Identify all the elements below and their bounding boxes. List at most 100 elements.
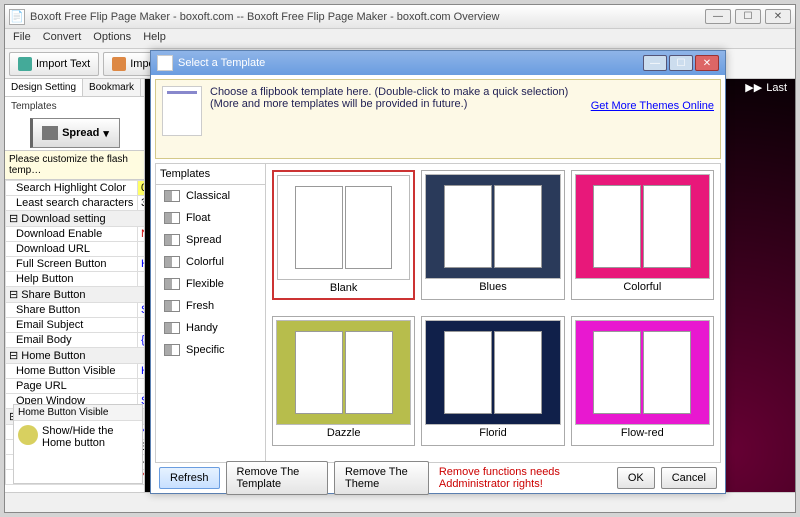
thumb-caption: Flow-red — [621, 427, 664, 439]
remove-theme-button[interactable]: Remove The Theme — [334, 461, 429, 495]
property-label: Download URL — [6, 242, 138, 257]
hint-text: Show/Hide the Home button — [42, 425, 138, 449]
category-classical[interactable]: Classical — [156, 185, 265, 207]
property-label: Page URL — [6, 379, 138, 394]
property-value[interactable] — [138, 379, 146, 394]
thumb-preview — [276, 320, 411, 425]
thumb-caption: Blues — [479, 281, 507, 293]
property-section: ⊟ Share Button — [6, 287, 146, 303]
dialog-footer: Refresh Remove The Template Remove The T… — [151, 463, 725, 493]
property-value[interactable]: Hide — [138, 364, 146, 379]
property-label: Email Body — [6, 333, 138, 348]
nav-last-button[interactable]: ▶▶Last — [745, 81, 787, 94]
category-icon — [164, 212, 180, 224]
refresh-button[interactable]: Refresh — [159, 467, 220, 489]
category-spread[interactable]: Spread — [156, 229, 265, 251]
admin-rights-warning: Remove functions needs Addministrator ri… — [439, 466, 605, 490]
thumb-blues[interactable]: Blues — [421, 170, 564, 300]
info-book-icon — [162, 86, 202, 136]
category-float[interactable]: Float — [156, 207, 265, 229]
dialog-minimize-button[interactable]: — — [643, 55, 667, 71]
property-label: Help Button — [6, 272, 138, 287]
category-icon — [164, 300, 180, 312]
templates-header: Templates — [156, 164, 265, 185]
tab-design-setting[interactable]: Design Setting — [5, 79, 83, 96]
thumb-preview — [575, 174, 710, 279]
property-value[interactable]: No — [138, 227, 146, 242]
hint-title: Home Button Visible — [14, 405, 142, 421]
property-value[interactable]: Show — [138, 303, 146, 318]
property-section: ⊟ Download setting — [6, 211, 146, 227]
spread-dropdown[interactable]: Spread ▾ — [30, 118, 120, 148]
property-label: Search Highlight Color — [6, 181, 138, 196]
spread-icon — [42, 126, 58, 140]
hint-panel: Home Button Visible Show/Hide the Home b… — [13, 404, 143, 484]
thumb-flow-red[interactable]: Flow-red — [571, 316, 714, 446]
property-value[interactable]: {link} — [138, 333, 146, 348]
dialog-icon — [157, 55, 173, 71]
category-icon — [164, 344, 180, 356]
property-value[interactable]: 3 — [138, 196, 146, 211]
category-specific[interactable]: Specific — [156, 339, 265, 361]
remove-template-button[interactable]: Remove The Template — [226, 461, 328, 495]
menubar: File Convert Options Help — [5, 29, 795, 49]
property-label: Email Subject — [6, 318, 138, 333]
dialog-titlebar: Select a Template — ☐ ✕ — [151, 51, 725, 75]
import-text-button[interactable]: Import Text — [9, 52, 99, 76]
dialog-info-panel: Choose a flipbook template here. (Double… — [155, 79, 721, 159]
dialog-maximize-button[interactable]: ☐ — [669, 55, 693, 71]
property-value[interactable] — [138, 242, 146, 257]
import2-icon — [112, 57, 126, 71]
thumb-preview — [425, 320, 560, 425]
property-section: ⊟ Home Button — [6, 348, 146, 364]
hint-icon — [18, 425, 38, 445]
close-button[interactable]: ✕ — [765, 9, 791, 24]
category-fresh[interactable]: Fresh — [156, 295, 265, 317]
thumb-florid[interactable]: Florid — [421, 316, 564, 446]
dialog-close-button[interactable]: ✕ — [695, 55, 719, 71]
customize-message: Please customize the flash temp… — [5, 150, 144, 180]
templates-label: Templates — [5, 97, 144, 116]
category-icon — [164, 234, 180, 246]
category-icon — [164, 322, 180, 334]
thumb-preview — [277, 175, 410, 280]
property-value[interactable]: Hide — [138, 257, 146, 272]
dialog-main: Templates ClassicalFloatSpreadColorfulFl… — [155, 163, 721, 463]
menu-file[interactable]: File — [13, 31, 31, 46]
menu-options[interactable]: Options — [93, 31, 131, 46]
thumb-blank[interactable]: Blank — [272, 170, 415, 300]
property-label: Share Button — [6, 303, 138, 318]
maximize-button[interactable]: ☐ — [735, 9, 761, 24]
category-colorful[interactable]: Colorful — [156, 251, 265, 273]
tab-bookmark[interactable]: Bookmark — [83, 79, 141, 96]
info-line2: (More and more templates will be provide… — [210, 98, 583, 110]
statusbar — [5, 492, 795, 512]
chevron-down-icon: ▾ — [103, 127, 109, 140]
category-icon — [164, 190, 180, 202]
category-handy[interactable]: Handy — [156, 317, 265, 339]
cancel-button[interactable]: Cancel — [661, 467, 717, 489]
property-value[interactable] — [138, 272, 146, 287]
menu-convert[interactable]: Convert — [43, 31, 82, 46]
thumb-preview — [575, 320, 710, 425]
thumb-dazzle[interactable]: Dazzle — [272, 316, 415, 446]
get-more-themes-link[interactable]: Get More Themes Online — [591, 100, 714, 112]
property-value[interactable]: 0x — [138, 181, 146, 196]
info-line1: Choose a flipbook template here. (Double… — [210, 86, 583, 98]
thumb-preview — [425, 174, 560, 279]
ok-button[interactable]: OK — [617, 467, 655, 489]
app-icon: 📄 — [9, 9, 25, 25]
select-template-dialog: Select a Template — ☐ ✕ Choose a flipboo… — [150, 50, 726, 494]
thumb-caption: Florid — [479, 427, 507, 439]
property-label: Full Screen Button — [6, 257, 138, 272]
category-flexible[interactable]: Flexible — [156, 273, 265, 295]
dialog-title: Select a Template — [178, 57, 643, 69]
thumb-caption: Dazzle — [327, 427, 361, 439]
thumb-colorful[interactable]: Colorful — [571, 170, 714, 300]
template-category-list: Templates ClassicalFloatSpreadColorfulFl… — [156, 164, 266, 462]
thumb-caption: Colorful — [623, 281, 661, 293]
menu-help[interactable]: Help — [143, 31, 166, 46]
property-value[interactable] — [138, 318, 146, 333]
minimize-button[interactable]: — — [705, 9, 731, 24]
window-title: Boxoft Free Flip Page Maker - boxoft.com… — [30, 11, 705, 23]
